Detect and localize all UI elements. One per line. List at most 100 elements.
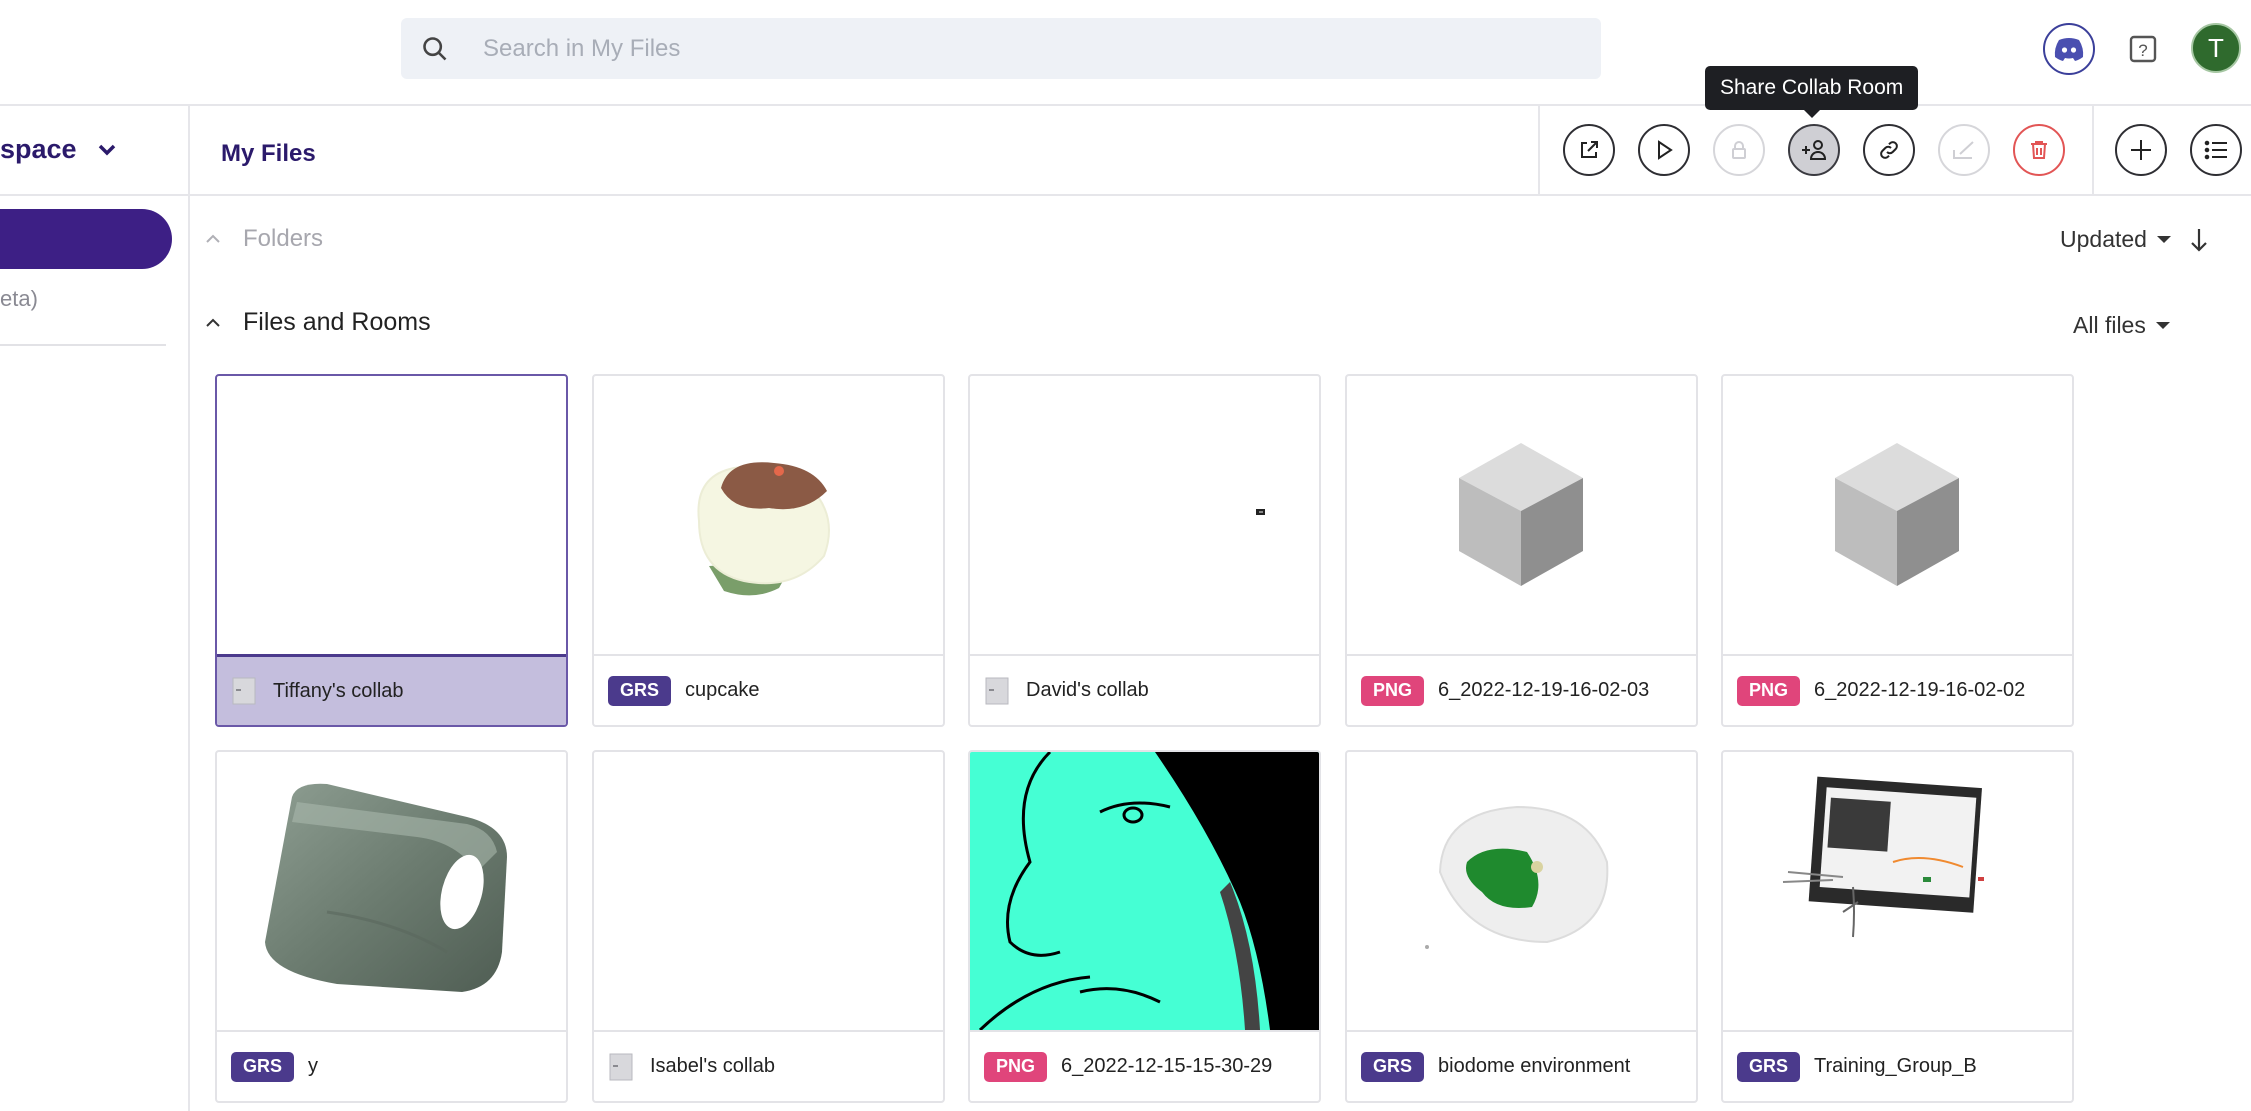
file-name: y: [308, 1055, 319, 1077]
help-button[interactable]: ?: [2117, 23, 2169, 75]
delete-button[interactable]: [2013, 124, 2065, 176]
link-icon: [1880, 141, 1898, 159]
file-type-badge: PNG: [1361, 675, 1425, 706]
file-type-badge: GRS: [1361, 1051, 1425, 1082]
trash-icon: [2031, 141, 2047, 159]
file-thumbnail: [594, 752, 943, 1030]
workspace-label: space: [0, 134, 77, 164]
file-name: David's collab: [1026, 679, 1149, 701]
workspace-selector[interactable]: space: [0, 134, 117, 165]
user-avatar[interactable]: T: [2191, 23, 2241, 73]
file-card-footer: PNG 6_2022-12-19-16-02-03: [1347, 654, 1696, 725]
list-icon: [2204, 140, 2227, 160]
chevron-up-icon: [206, 318, 220, 327]
list-view-button[interactable]: [2190, 124, 2242, 176]
file-name: 6_2022-12-15-15-30-29: [1061, 1055, 1273, 1077]
sidebar-divider-line: [0, 344, 166, 346]
lock-icon: [1732, 141, 1746, 159]
collab-room-icon: [609, 1053, 633, 1080]
open-external-button[interactable]: [1563, 124, 1615, 176]
lock-button[interactable]: [1713, 124, 1765, 176]
filter-label: All files: [2073, 312, 2146, 338]
file-name: biodome environment: [1438, 1055, 1631, 1077]
file-card-footer: Tiffany's collab: [217, 654, 566, 725]
add-button[interactable]: [2115, 124, 2167, 176]
cupcake-thumbnail: [697, 462, 830, 596]
file-type-badge: GRS: [1737, 1051, 1801, 1082]
cube-placeholder-icon: [1835, 443, 1959, 586]
file-thumbnail: [217, 376, 566, 654]
file-card-footer: GRS y: [217, 1030, 566, 1101]
sort-dropdown[interactable]: Updated: [2060, 226, 2209, 253]
file-thumbnail: [594, 376, 943, 654]
play-icon: [1658, 140, 1673, 160]
folders-section-toggle[interactable]: Folders: [205, 225, 323, 253]
search-input[interactable]: [483, 34, 1483, 63]
share-collab-room-button[interactable]: [1788, 124, 1840, 176]
caret-down-icon: [2155, 322, 2170, 329]
file-name: 6_2022-12-19-16-02-03: [1438, 679, 1650, 701]
help-icon: ?: [2129, 35, 2157, 63]
toolbar-divider: [2092, 106, 2094, 196]
file-type-badge: GRS: [231, 1051, 295, 1082]
file-type-badge: GRS: [608, 675, 672, 706]
search-bar[interactable]: [401, 18, 1601, 79]
file-thumbnail: [1347, 752, 1696, 1030]
file-card[interactable]: PNG 6_2022-12-19-16-02-03: [1345, 374, 1698, 727]
files-rooms-title: Files and Rooms: [243, 308, 431, 336]
sign-button[interactable]: [1938, 124, 1990, 176]
file-name: 6_2022-12-19-16-02-02: [1814, 679, 2026, 701]
file-card[interactable]: PNG 6_2022-12-19-16-02-02: [1721, 374, 2074, 727]
file-thumbnail: [970, 752, 1319, 1030]
play-button[interactable]: [1638, 124, 1690, 176]
sort-direction-icon[interactable]: [2189, 227, 2209, 253]
copy-link-button[interactable]: [1863, 124, 1915, 176]
avatar-initial: T: [2208, 32, 2224, 63]
discord-icon: [2054, 38, 2084, 61]
sign-icon: [1953, 141, 1974, 159]
file-name: Isabel's collab: [650, 1055, 775, 1077]
chevron-down-icon: [98, 144, 115, 155]
sidebar-item-active[interactable]: [0, 209, 172, 269]
open-external-icon: [1581, 141, 1598, 158]
file-type-badge: PNG: [1737, 675, 1801, 706]
toolbar-divider: [1538, 106, 1540, 196]
file-name: Training_Group_B: [1814, 1055, 1977, 1077]
file-card[interactable]: PNG 6_2022-12-15-15-30-29: [968, 750, 1321, 1103]
file-card[interactable]: GRS biodome environment: [1345, 750, 1698, 1103]
training-group-thumbnail: [1782, 776, 1984, 938]
discord-button[interactable]: [2043, 23, 2095, 75]
file-name: Tiffany's collab: [273, 679, 404, 702]
file-card-footer: David's collab: [970, 654, 1319, 725]
file-card[interactable]: GRS cupcake: [592, 374, 945, 727]
sort-label: Updated: [2060, 226, 2147, 252]
file-card-footer: GRS cupcake: [594, 654, 943, 725]
file-card[interactable]: Tiffany's collab: [215, 374, 568, 727]
collab-room-icon: [232, 677, 256, 705]
file-card-footer: GRS biodome environment: [1347, 1030, 1696, 1101]
model-y-thumbnail: [265, 783, 507, 992]
sub-header: space My Files: [0, 106, 2251, 196]
svg-text:?: ?: [2138, 41, 2147, 60]
sidebar-item-beta[interactable]: eta): [0, 286, 38, 312]
file-thumbnail: [1723, 376, 2072, 654]
cube-placeholder-icon: [1459, 443, 1583, 586]
biodome-thumbnail: [1425, 805, 1609, 949]
files-rooms-section-toggle[interactable]: Files and Rooms: [205, 308, 431, 337]
folders-title: Folders: [243, 225, 324, 252]
collab-room-icon: [985, 677, 1009, 704]
file-thumbnail: [1347, 376, 1696, 654]
breadcrumb-current[interactable]: My Files: [221, 140, 316, 168]
file-type-badge: PNG: [984, 1051, 1048, 1082]
filter-dropdown[interactable]: All files: [2073, 312, 2170, 339]
file-card[interactable]: GRS y: [215, 750, 568, 1103]
file-card-footer: GRS Training_Group_B: [1723, 1030, 2072, 1101]
file-card-footer: PNG 6_2022-12-19-16-02-02: [1723, 654, 2072, 725]
file-card[interactable]: GRS Training_Group_B: [1721, 750, 2074, 1103]
mini-preview-thumbnail: [1256, 509, 1265, 515]
file-card[interactable]: Isabel's collab: [592, 750, 945, 1103]
search-icon: [423, 36, 447, 60]
caret-down-icon: [2156, 236, 2171, 243]
illustration-thumbnail: [970, 752, 1319, 1030]
file-card[interactable]: David's collab: [968, 374, 1321, 727]
